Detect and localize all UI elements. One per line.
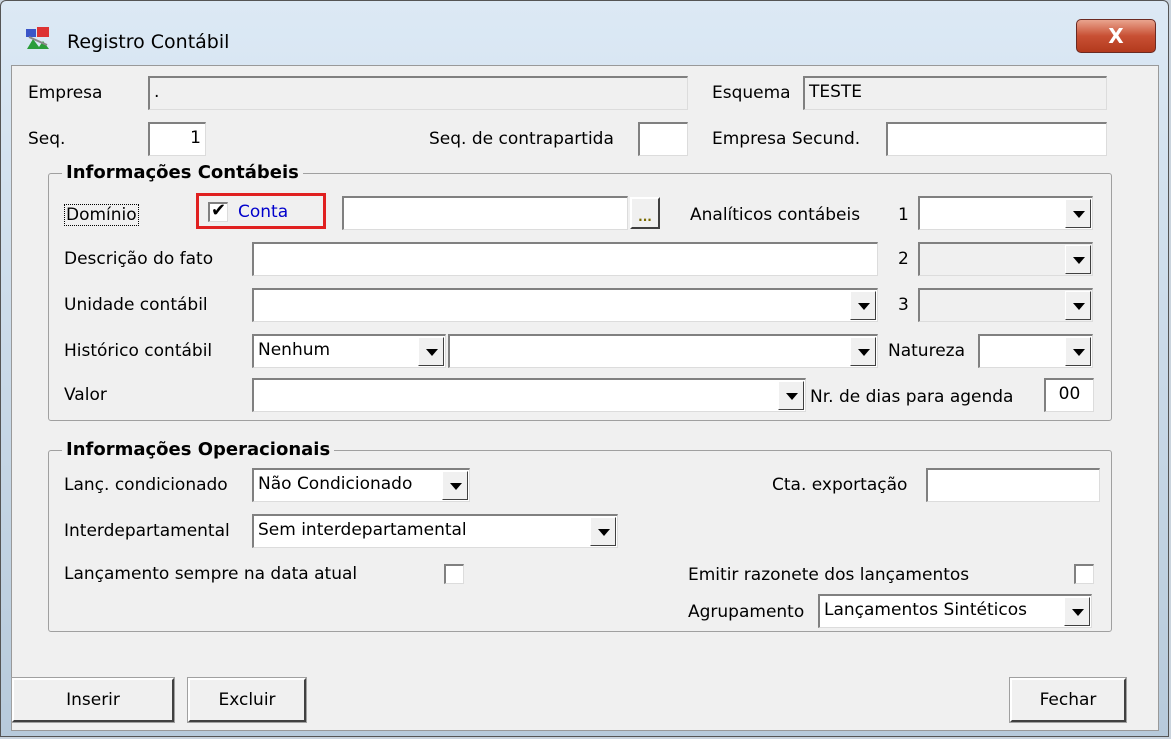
seq-label: Seq. <box>28 129 66 149</box>
lancamento-data-atual-label: Lançamento sempre na data atual <box>64 564 358 584</box>
empresa-label: Empresa <box>28 83 103 103</box>
lanc-condicionado-label: Lanç. condicionado <box>64 475 228 495</box>
check-icon: ✔ <box>211 200 227 221</box>
chevron-down-icon[interactable] <box>1065 337 1091 366</box>
inserir-button[interactable]: Inserir <box>11 677 175 723</box>
conta-checkbox[interactable]: ✔ <box>208 200 228 222</box>
natureza-select[interactable] <box>978 334 1093 368</box>
historico-select[interactable]: Nenhum <box>252 334 446 368</box>
interdepartamental-label: Interdepartamental <box>64 521 230 541</box>
seq-contrapartida-field[interactable] <box>638 122 688 156</box>
descricao-field[interactable] <box>252 242 878 276</box>
empresa-secund-field[interactable] <box>886 122 1107 156</box>
analitico-index-1: 1 <box>898 205 909 225</box>
chevron-down-icon[interactable] <box>850 291 876 320</box>
cta-exportacao-field[interactable] <box>926 468 1100 502</box>
fechar-button-label: Fechar <box>1039 690 1097 710</box>
historico-label: Histórico contábil <box>64 341 213 361</box>
dias-agenda-field[interactable]: 00 <box>1044 378 1094 412</box>
excluir-button-label: Excluir <box>218 690 276 710</box>
close-button[interactable]: X <box>1076 19 1156 53</box>
contabeis-group-title: Informações Contábeis <box>62 162 303 183</box>
agrupamento-select[interactable]: Lançamentos Sintéticos <box>818 594 1092 628</box>
conta-field[interactable] <box>342 196 628 230</box>
lookup-button[interactable]: ... <box>630 197 660 229</box>
chevron-down-icon[interactable] <box>590 517 616 546</box>
empresa-field[interactable]: . <box>148 76 688 110</box>
operacionais-group-title: Informações Operacionais <box>62 439 335 460</box>
unidade-select[interactable] <box>252 288 878 322</box>
analitico-3-select[interactable] <box>918 288 1093 322</box>
window-title: Registro Contábil <box>67 31 230 53</box>
fechar-button[interactable]: Fechar <box>1009 677 1127 723</box>
ellipsis-icon: ... <box>638 210 652 224</box>
seq-field[interactable]: 1 <box>148 122 206 156</box>
descricao-label: Descrição do fato <box>64 249 214 269</box>
dominio-label: Domínio <box>64 204 139 226</box>
analitico-index-2: 2 <box>898 249 909 269</box>
app-icon <box>26 27 49 49</box>
chevron-down-icon[interactable] <box>1065 245 1091 274</box>
agrupamento-label: Agrupamento <box>688 602 805 622</box>
close-icon: X <box>1108 24 1124 48</box>
cta-exportacao-label: Cta. exportação <box>772 475 908 495</box>
seq-contrapartida-label: Seq. de contrapartida <box>429 129 614 149</box>
interdepartamental-select[interactable]: Sem interdepartamental <box>252 514 618 548</box>
esquema-field[interactable]: TESTE <box>803 76 1107 110</box>
dias-agenda-label: Nr. de dias para agenda <box>810 387 1014 407</box>
chevron-down-icon[interactable] <box>850 337 876 366</box>
dialog-window: Registro Contábil X Empresa . Esquema TE… <box>0 0 1169 737</box>
dialog-body: Empresa . Esquema TESTE Seq. 1 Seq. de c… <box>11 65 1159 731</box>
unidade-label: Unidade contábil <box>64 295 208 315</box>
chevron-down-icon[interactable] <box>1064 597 1090 626</box>
title-bar[interactable]: Registro Contábil X <box>1 1 1168 65</box>
lancamento-data-atual-checkbox[interactable] <box>444 564 464 584</box>
esquema-label: Esquema <box>712 83 791 103</box>
natureza-label: Natureza <box>888 341 965 361</box>
chevron-down-icon[interactable] <box>778 381 804 410</box>
empresa-secund-label: Empresa Secund. <box>712 129 861 149</box>
chevron-down-icon[interactable] <box>418 337 444 366</box>
conta-checkbox-label[interactable]: Conta <box>238 202 288 222</box>
lanc-condicionado-select[interactable]: Não Condicionado <box>252 468 470 502</box>
emitir-razonete-label: Emitir razonete dos lançamentos <box>688 565 970 585</box>
analiticos-label: Analíticos contábeis <box>690 205 861 225</box>
emitir-razonete-checkbox[interactable] <box>1074 564 1094 584</box>
chevron-down-icon[interactable] <box>1065 291 1091 320</box>
excluir-button[interactable]: Excluir <box>187 677 307 723</box>
valor-select[interactable] <box>252 378 806 412</box>
chevron-down-icon[interactable] <box>442 471 468 500</box>
historico-texto-select[interactable] <box>448 334 878 368</box>
inserir-button-label: Inserir <box>66 690 120 710</box>
chevron-down-icon[interactable] <box>1065 199 1091 228</box>
analitico-1-select[interactable] <box>918 196 1093 230</box>
valor-label: Valor <box>64 385 107 405</box>
analitico-2-select[interactable] <box>918 242 1093 276</box>
analitico-index-3: 3 <box>898 295 909 315</box>
